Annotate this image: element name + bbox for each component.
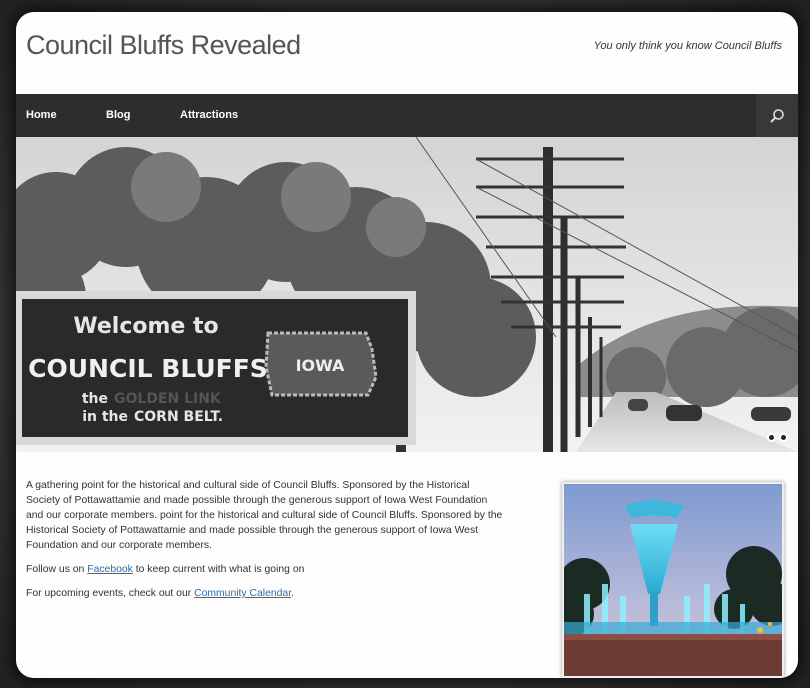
sign-state-label: IOWA [296,356,345,375]
nav-item-attractions[interactable]: Attractions [180,94,238,137]
community-calendar-link[interactable]: Community Calendar [194,588,291,599]
sign-line-welcome: Welcome to [73,314,218,339]
slider-pagination [767,433,788,442]
intro-content: A gathering point for the historical and… [26,478,506,610]
site-header: Council Bluffs Revealed You only think y… [16,12,798,94]
site-tagline: You only think you know Council Bluffs [593,40,782,52]
nav-item-home[interactable]: Home [26,94,57,137]
web-page: Council Bluffs Revealed You only think y… [16,12,798,678]
follow-suffix: to keep current with what is going on [132,564,305,575]
fountain-photo [562,482,784,678]
intro-paragraph: A gathering point for the historical and… [26,480,503,551]
events-suffix: . [291,588,294,599]
follow-prefix: Follow us on [26,564,88,575]
sign-line-in-the: in the [82,409,128,425]
events-paragraph: For upcoming events, check out our Commu… [26,586,506,601]
site-title[interactable]: Council Bluffs Revealed [26,30,301,61]
search-button[interactable] [756,94,798,137]
sign-line-corn-belt: CORN BELT. [134,409,223,425]
fountain-image [564,484,782,676]
slide-dot-2[interactable] [779,433,788,442]
follow-paragraph: Follow us on Facebook to keep current wi… [26,562,506,577]
slide-dot-1[interactable] [767,433,776,442]
hero-image-welcome-sign: Welcome to COUNCIL BLUFFS the GOLDEN LIN… [16,137,798,452]
search-icon [770,108,784,123]
events-prefix: For upcoming events, check out our [26,588,195,599]
main-navigation: Home Blog Attractions [16,94,798,137]
nav-item-blog[interactable]: Blog [106,94,130,137]
sign-line-the: the [82,391,108,407]
hero-slider[interactable]: Welcome to COUNCIL BLUFFS the GOLDEN LIN… [16,137,798,452]
facebook-link[interactable]: Facebook [87,564,133,575]
sign-line-city: COUNCIL BLUFFS [28,354,268,383]
sign-line-golden-link: GOLDEN LINK [114,391,222,407]
